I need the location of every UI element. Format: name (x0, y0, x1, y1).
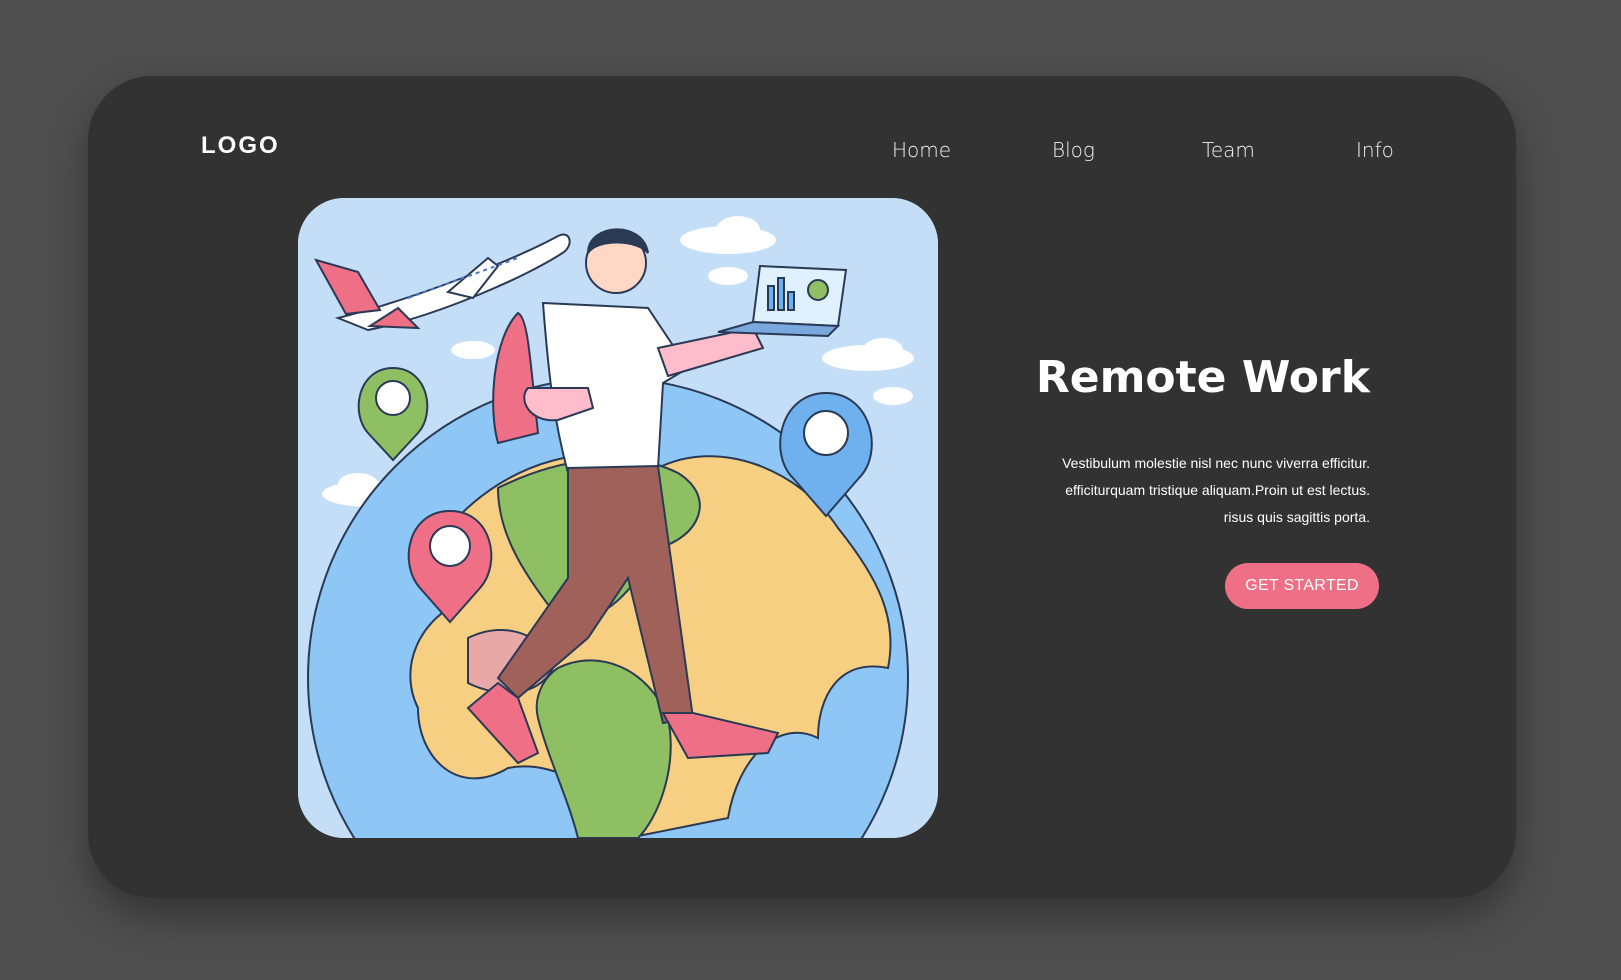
hero-description-line: risus quis sagittis porta. (1223, 509, 1370, 525)
hero-description-line: Vestibulum molestie nisl nec nunc viverr… (1062, 455, 1370, 471)
nav-home[interactable]: Home (892, 138, 951, 162)
hero-description-line: efficiturquam tristique aliquam.Proin ut… (1065, 482, 1370, 498)
logo[interactable]: LOGO (201, 132, 280, 160)
nav-info[interactable]: Info (1356, 138, 1394, 162)
hero-description: Vestibulum molestie nisl nec nunc viverr… (1030, 450, 1370, 531)
hero-title: Remote Work (1035, 352, 1370, 403)
get-started-button[interactable]: GET STARTED (1225, 563, 1379, 609)
remote-work-illustration (298, 198, 938, 838)
nav-team[interactable]: Team (1202, 138, 1255, 162)
nav-blog[interactable]: Blog (1052, 138, 1095, 162)
hero-illustration (298, 198, 938, 838)
landing-card: LOGO Home Blog Team Info Remote Work Ves… (88, 76, 1516, 898)
